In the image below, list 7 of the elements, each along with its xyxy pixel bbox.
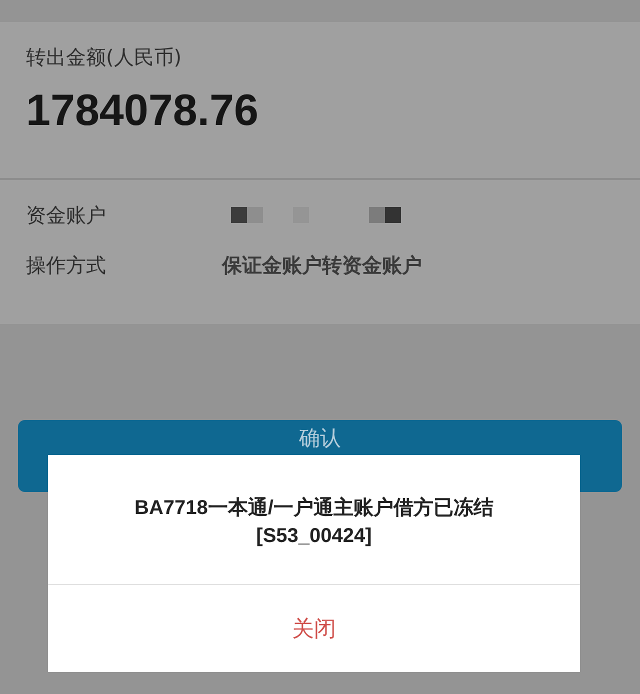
amount-label: 转出金额(人民币) <box>26 44 182 71</box>
field-label: 操作方式 <box>26 252 107 278</box>
amount-value: 1784078.76 <box>26 86 258 136</box>
field-label: 资金账户 <box>26 202 107 228</box>
close-button[interactable]: 关闭 <box>282 610 346 648</box>
field-value: 保证金账户转资金账户 <box>222 252 422 278</box>
error-message: BA7718一本通/一户通主账户借方已冻结 [S53_00424] <box>48 455 580 585</box>
